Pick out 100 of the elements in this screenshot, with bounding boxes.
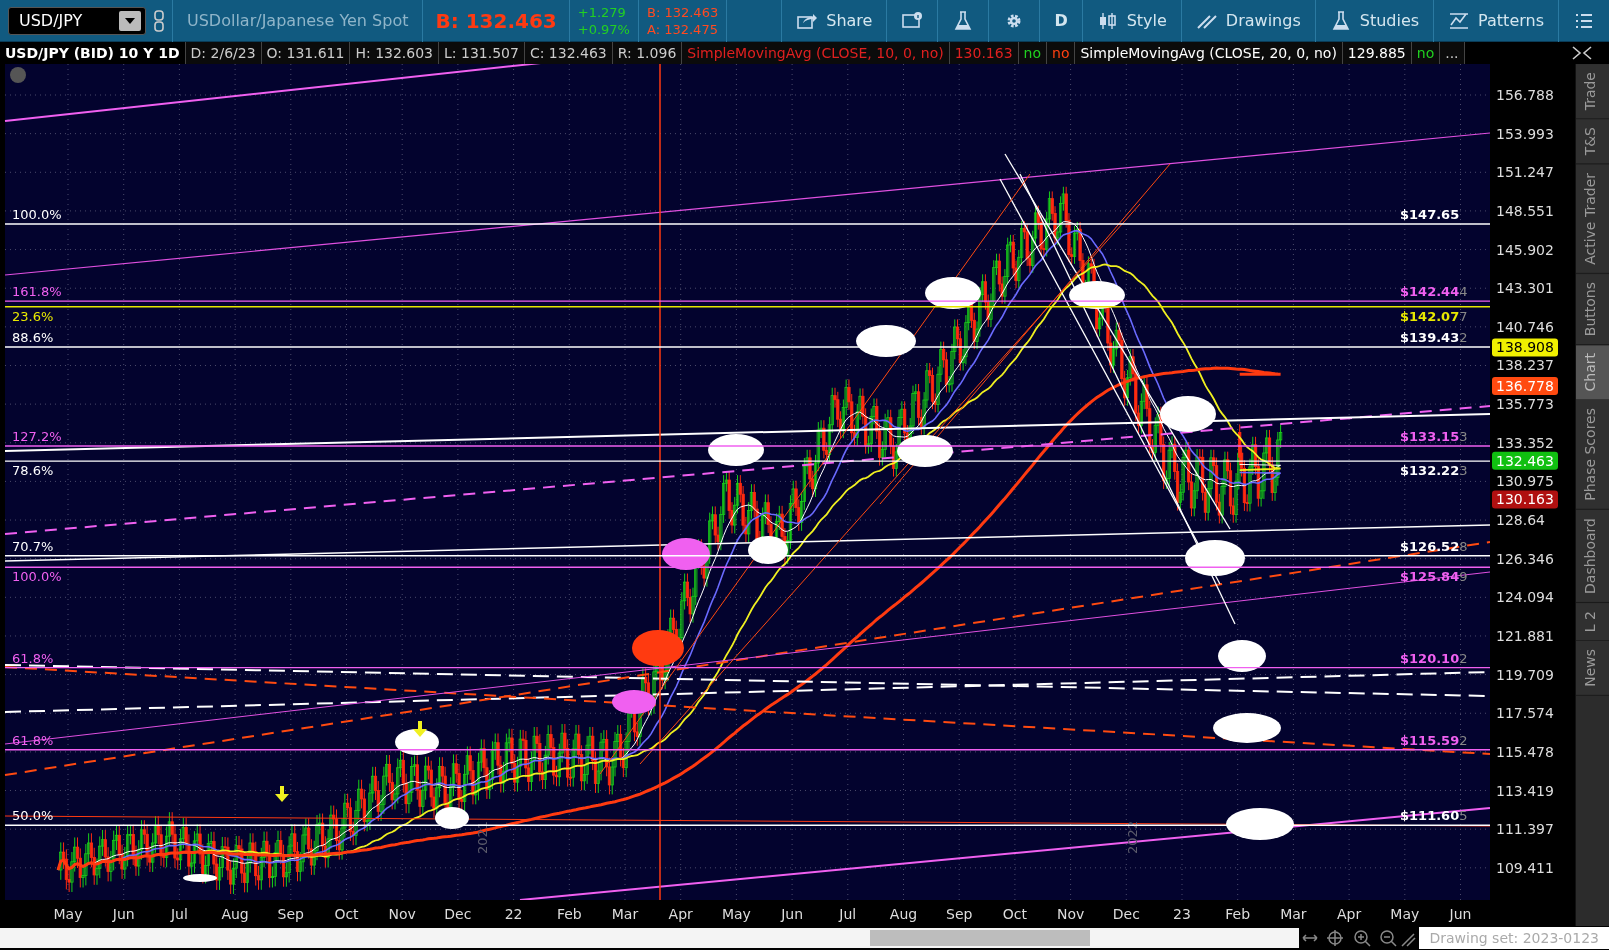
time-axis-label: May (53, 906, 83, 922)
time-axis-label: Oct (1002, 906, 1027, 922)
link-icon[interactable] (154, 10, 164, 32)
price-axis-label: 145.902 (1496, 241, 1554, 258)
price-axis-label: 121.881 (1496, 627, 1554, 644)
fib-level-label: 70.7% (12, 538, 54, 554)
fib-level-label: 161.8% (12, 284, 62, 300)
side-tab[interactable]: Buttons (1576, 273, 1609, 345)
percent-change: +0.97% (577, 20, 630, 38)
study-flag: no (1018, 42, 1048, 64)
ohlc-value: C: 132.463 (524, 42, 613, 64)
price-badge: 130.163 (1492, 490, 1558, 509)
study-flag: no (1411, 42, 1441, 64)
highlight-ellipse (662, 538, 710, 570)
side-tab[interactable]: Phase Scores (1576, 400, 1609, 510)
level-price-label: $132.223 (1400, 463, 1468, 479)
time-axis-label: Apr (668, 906, 693, 922)
side-tab[interactable]: T&S (1576, 119, 1609, 165)
price-axis-label: 109.411 (1496, 859, 1554, 876)
studies-button[interactable]: Studies (1314, 0, 1434, 42)
time-axis-label: 23 (1173, 906, 1191, 922)
scrollbar-thumb[interactable] (870, 930, 1090, 946)
fib-level-label: 100.0% (12, 207, 62, 222)
time-axis-label: Jun (781, 906, 804, 922)
price-badge: 138.908 (1492, 338, 1558, 357)
study-value: 130.163 (949, 42, 1019, 64)
time-axis-label: Aug (221, 906, 249, 922)
time-axis-label: Apr (1337, 906, 1362, 922)
time-axis-label: Jun (1449, 906, 1472, 922)
time-axis-label: Mar (1280, 906, 1307, 922)
price-axis-label: 138.237 (1496, 357, 1554, 374)
time-axis-label: Feb (556, 906, 582, 922)
level-price-label: $147.65 (1400, 207, 1460, 222)
price-axis-label: 135.773 (1496, 396, 1554, 413)
ohlc-value: ... (1440, 42, 1465, 64)
fib-level-label: 88.6% (12, 330, 54, 346)
side-tab[interactable]: News (1576, 641, 1609, 696)
study-name[interactable]: SimpleMovingAvg (CLOSE, 10, 0, no) (682, 42, 950, 64)
ohlc-value: H: 132.603 (350, 42, 440, 64)
side-tab[interactable]: Trade (1576, 64, 1609, 120)
highlight-ellipse (925, 277, 981, 309)
bid-price: B: 132.463 (647, 3, 719, 21)
time-axis-label: Sep (946, 906, 973, 922)
instrument-name: USDollar/Japanese Yen Spot (186, 9, 410, 32)
ohlc-value: D: 2/6/23 (185, 42, 262, 64)
time-axis-label: May (721, 906, 751, 922)
study-value: 129.885 (1342, 42, 1412, 64)
price-change: +1.279 (577, 3, 627, 21)
style-button[interactable]: Style (1081, 0, 1181, 42)
price-axis-label: 133.352 (1496, 434, 1554, 451)
patterns-button[interactable]: Patterns (1433, 0, 1558, 42)
side-tab[interactable]: L 2 (1576, 602, 1609, 642)
side-tab[interactable]: Dashboard (1576, 510, 1609, 603)
price-axis-label: 115.478 (1496, 743, 1554, 760)
highlight-ellipse (1213, 713, 1281, 743)
ohlc-value: O: 131.611 (261, 42, 351, 64)
alert-icon[interactable] (10, 67, 26, 83)
price-axis-label: 130.975 (1496, 473, 1554, 490)
price-axis-label: 113.419 (1496, 782, 1554, 799)
year-marker: 2021 (475, 820, 490, 854)
fib-level-label: 23.6% (12, 308, 54, 324)
level-price-label: $139.432 (1400, 330, 1468, 346)
level-price-label: $142.077 (1400, 308, 1468, 324)
fib-level-label: 61.8% (12, 650, 54, 666)
price-axis-label: 153.993 (1496, 125, 1554, 142)
year-marker: 2022 (1125, 820, 1140, 854)
symbol-dropdown[interactable]: USD/JPY (8, 6, 146, 35)
price-axis-label: 128.64 (1496, 512, 1545, 529)
ask-price: A: 132.475 (647, 20, 719, 38)
highlight-ellipse (435, 807, 469, 829)
price-axis-label: 119.709 (1496, 666, 1554, 683)
price-axis-label: 148.551 (1496, 202, 1554, 219)
highlight-ellipse (897, 435, 953, 467)
drawings-button[interactable]: Drawings (1180, 0, 1315, 42)
horizontal-scrollbar[interactable] (0, 928, 1300, 948)
share-button[interactable]: Share (781, 0, 887, 42)
highlight-ellipse (1226, 808, 1294, 840)
price-badge: 136.778 (1492, 377, 1558, 396)
time-axis-label: Oct (334, 906, 359, 922)
side-tab[interactable]: Active Trader (1576, 164, 1609, 274)
highlight-ellipse (708, 434, 764, 466)
price-axis-label: 117.574 (1496, 705, 1554, 722)
highlight-ellipse (612, 690, 656, 714)
time-axis-label: Mar (611, 906, 639, 922)
highlight-ellipse (748, 536, 788, 564)
price-axis-label: 156.788 (1496, 87, 1554, 103)
highlight-ellipse (183, 874, 217, 882)
time-axis-label: May (1390, 906, 1420, 922)
side-tab[interactable]: Chart (1576, 344, 1609, 401)
price-axis-label: 151.247 (1496, 164, 1554, 181)
time-axis-label: Nov (1056, 906, 1085, 922)
time-axis-label: Dec (1112, 906, 1140, 922)
interval-button[interactable]: D (1039, 0, 1082, 42)
level-price-label: $115.592 (1400, 732, 1468, 748)
fib-level-label: 78.6% (12, 463, 54, 479)
arrows-cross-icon[interactable] (1571, 44, 1593, 62)
level-price-label: $133.153 (1400, 429, 1468, 444)
level-price-label: $120.102 (1400, 650, 1468, 666)
study-name[interactable]: SimpleMovingAvg (CLOSE, 20, 0, no) (1075, 42, 1343, 64)
time-axis-label: Sep (277, 906, 304, 922)
